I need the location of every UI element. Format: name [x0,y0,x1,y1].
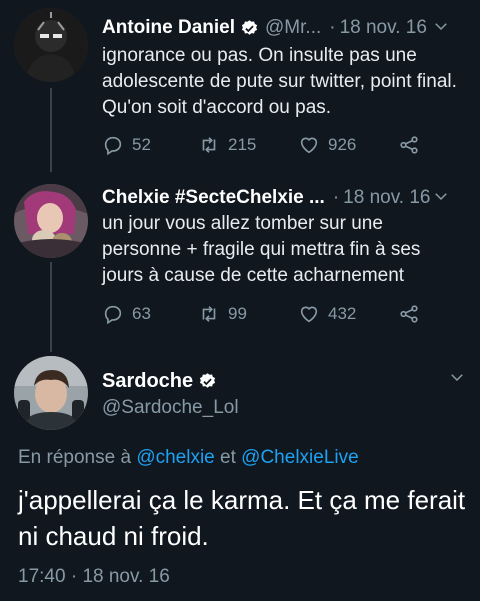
like-button[interactable]: 432 [298,301,356,327]
main-tweet-text: j'appellerai ça le karma. Et ça me ferai… [18,485,466,551]
avatar-antoine[interactable] [14,8,88,82]
like-button[interactable]: 926 [298,132,356,158]
reply-context: En réponse à @chelxie et @ChelxieLive [18,447,359,469]
author-handle[interactable]: @Sardoche_Lol [102,397,239,419]
thread-line [50,262,52,352]
reply-count: 52 [132,135,151,154]
separator-dot: · [329,17,336,38]
like-icon [300,306,318,323]
retweet-count: 99 [228,304,247,323]
reply-button[interactable]: 63 [102,301,151,327]
tweet-header: Chelxie #SecteChelxie ... · 18 nov. 16 [102,185,460,211]
retweet-icon [202,137,216,153]
avatar-sardoche[interactable] [14,356,88,430]
verified-badge-icon [241,19,258,35]
tweet-date[interactable]: 18 nov. 16 [343,187,430,209]
chevron-down-icon[interactable] [432,187,450,205]
retweet-count: 215 [228,135,257,154]
tweet-header: Antoine Daniel @Mr... · 18 nov. 16 [102,15,460,41]
chevron-down-icon[interactable] [448,368,466,386]
tweet-time: 17:40 [18,566,66,587]
share-icon [400,136,418,154]
avatar-chelxie[interactable] [14,184,88,258]
reply-and: et [220,447,236,468]
reply-user-link[interactable]: @chelxie [136,447,214,468]
like-icon [300,137,318,154]
like-count: 432 [328,304,357,323]
tweet-date: 18 nov. 16 [82,566,170,587]
tweet-text: un jour vous allez tomber sur une person… [102,213,421,286]
tweet-date[interactable]: 18 nov. 16 [340,17,427,39]
separator-dot: · [332,187,340,208]
author-handle[interactable]: @Mr... [265,17,321,39]
reply-button[interactable]: 52 [102,132,151,158]
share-button[interactable] [398,301,428,327]
tweet-actions: 63 99 432 [102,301,432,327]
tweet-actions: 52 215 926 [102,132,432,158]
share-icon [400,305,418,323]
author-name[interactable]: Chelxie #SecteChelxie ... [102,187,325,209]
reply-icon [104,136,122,156]
thread-line [50,88,52,172]
verified-badge-icon [200,373,216,388]
tweet-text: ignorance ou pas. On insulte pas une ado… [102,45,457,118]
retweet-button[interactable]: 99 [198,301,247,327]
retweet-button[interactable]: 215 [198,132,256,158]
separator-dot: · [70,566,78,587]
retweet-icon [202,306,216,322]
author-name[interactable]: Sardoche [102,370,193,393]
like-count: 926 [328,135,357,154]
chevron-down-icon[interactable] [432,17,450,35]
reply-prefix: En réponse à [18,447,132,468]
main-author-name-row: Sardoche [102,370,217,393]
author-name[interactable]: Antoine Daniel [102,17,235,39]
reply-user-link[interactable]: @ChelxieLive [241,447,359,468]
reply-icon [104,305,122,325]
tweet-timestamp[interactable]: 17:40 · 18 nov. 16 [18,566,170,588]
reply-count: 63 [132,304,151,323]
share-button[interactable] [398,132,428,158]
